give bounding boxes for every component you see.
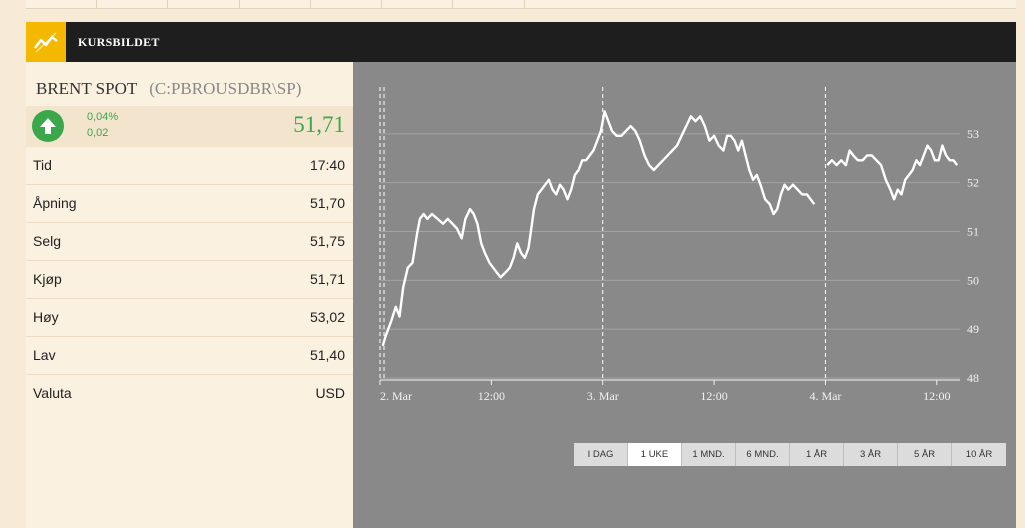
x-tick-label: 2. Mar (380, 389, 412, 403)
range-button-3-ar[interactable]: 3 ÅR (844, 443, 898, 466)
stat-row: Høy 53,02 (26, 299, 353, 337)
y-tick-label: 50 (967, 273, 979, 287)
y-tick-label: 52 (967, 176, 979, 190)
x-tick-label: 3. Mar (587, 389, 619, 403)
stat-label: Høy (33, 309, 59, 325)
stat-label: Åpning (33, 195, 77, 211)
x-tick-label: 12:00 (923, 389, 950, 403)
range-button-5-ar[interactable]: 5 ÅR (898, 443, 952, 466)
instrument-name: BRENT SPOT (36, 79, 138, 98)
range-button-6-mnd[interactable]: 6 MND. (736, 443, 790, 466)
change-absolute: 0,02 (87, 127, 109, 139)
stat-label: Lav (33, 347, 56, 363)
change-percent: 0,04% (87, 111, 119, 123)
stat-value: 51,71 (309, 271, 345, 287)
change-box: 0,04% 0,02 51,71 (26, 106, 353, 147)
stat-label: Valuta (33, 385, 72, 401)
price-series-line (826, 144, 959, 201)
range-button-1-uke[interactable]: 1 UKE (628, 443, 682, 466)
stats-table: Tid 17:40 Åpning 51,70 Selg 51,75 Kjøp 51,71… (26, 147, 353, 412)
top-nav-cell[interactable] (310, 0, 383, 9)
stat-value: 17:40 (309, 157, 345, 173)
stat-row: Tid 17:40 (26, 147, 353, 185)
range-button-1-ar[interactable]: 1 ÅR (790, 443, 844, 466)
top-nav-cell (524, 0, 1017, 9)
stat-label: Kjøp (33, 271, 62, 287)
stat-value: 51,40 (309, 347, 345, 363)
range-button-i-dag[interactable]: I DAG (574, 443, 628, 466)
stat-value: 53,02 (309, 309, 345, 325)
range-selector: I DAG 1 UKE 1 MND. 6 MND. 1 ÅR 3 ÅR 5 ÅR… (574, 443, 1006, 466)
x-tick-label: 12:00 (700, 389, 727, 403)
top-nav-strip (26, 0, 1017, 9)
stat-label: Selg (33, 233, 62, 249)
y-tick-label: 53 (967, 127, 979, 141)
arrow-up-icon (32, 110, 64, 142)
top-nav-cell[interactable] (97, 0, 169, 9)
stat-row: Kjøp 51,71 (26, 261, 353, 299)
price-series-line (381, 110, 816, 347)
instrument-heading: BRENT SPOT (C:PBROUSDBR\SP) (36, 79, 301, 99)
top-nav-cell[interactable] (26, 0, 98, 9)
x-tick-label: 4. Mar (809, 389, 841, 403)
y-tick-label: 48 (967, 371, 979, 385)
quote-panel: BRENT SPOT (C:PBROUSDBR\SP) 0,04% 0,02 51… (26, 62, 353, 528)
widget-header: KURSBILDET (26, 22, 1016, 62)
range-button-10-ar[interactable]: 10 ÅR (952, 443, 1006, 466)
stat-row: Selg 51,75 (26, 223, 353, 261)
stat-row: Valuta USD (26, 375, 353, 412)
stat-row: Åpning 51,70 (26, 185, 353, 223)
stat-value: USD (315, 385, 345, 401)
top-nav-cell[interactable] (168, 0, 240, 9)
widget-title: KURSBILDET (78, 35, 160, 49)
chart-line-icon (26, 22, 66, 62)
instrument-ticker: (C:PBROUSDBR\SP) (149, 79, 302, 98)
stat-label: Tid (33, 157, 52, 173)
top-nav-cell[interactable] (239, 0, 311, 9)
stat-row: Lav 51,40 (26, 337, 353, 375)
top-nav-cell[interactable] (382, 0, 454, 9)
stat-value: 51,75 (309, 233, 345, 249)
stat-value: 51,70 (309, 195, 345, 211)
x-tick-label: 12:00 (478, 389, 505, 403)
last-price: 51,71 (293, 112, 345, 137)
y-tick-label: 49 (967, 322, 979, 336)
range-button-1-mnd[interactable]: 1 MND. (682, 443, 736, 466)
y-tick-label: 51 (967, 225, 979, 239)
top-nav-cell[interactable] (453, 0, 525, 9)
